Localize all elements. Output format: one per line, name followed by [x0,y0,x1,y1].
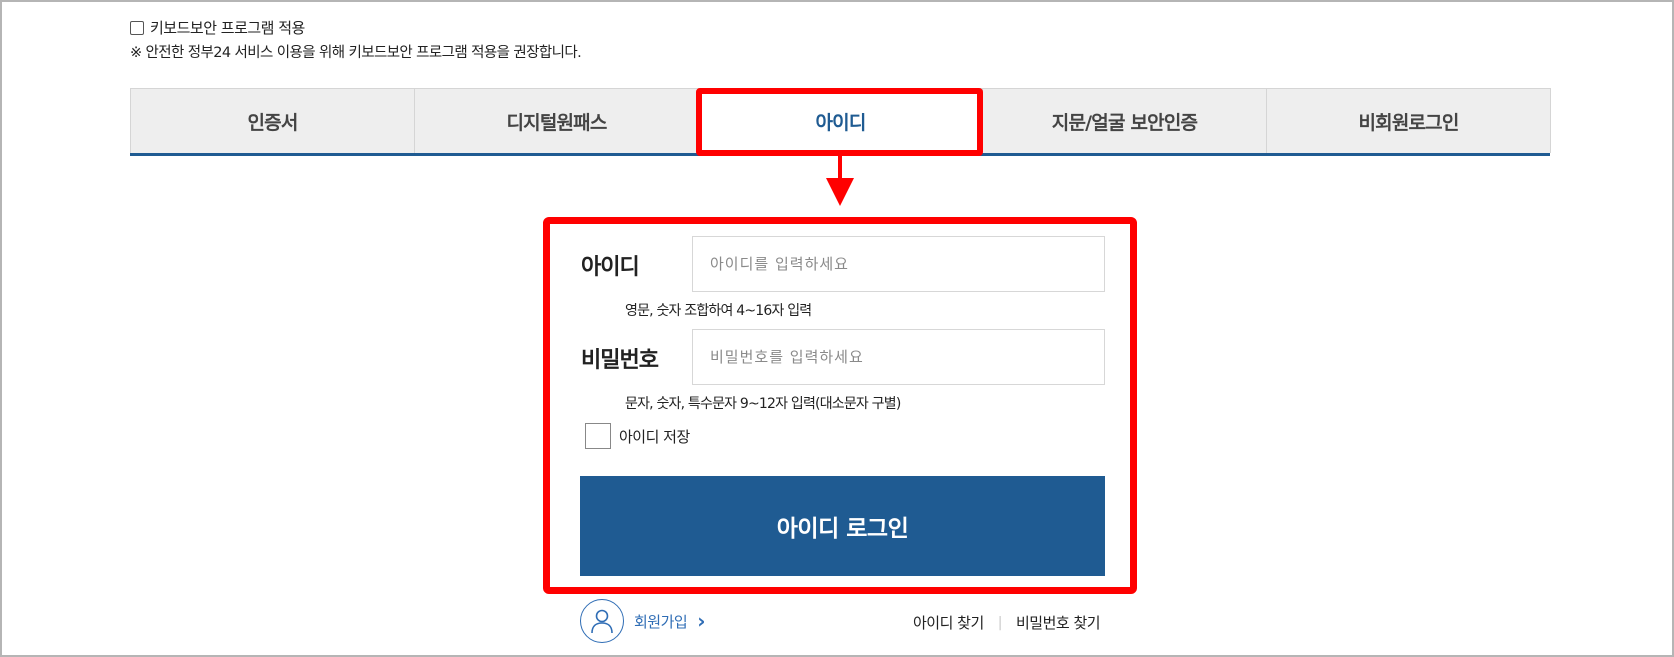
id-label: 아이디 [581,255,640,280]
id-hint: 영문, 숫자 조합하여 4~16자 입력 [625,303,812,319]
signup-link[interactable]: 회원가입 › [580,599,705,643]
save-id-label: 아이디 저장 [619,427,690,446]
tab-digital-onepass[interactable]: 디지털원패스 [414,88,699,153]
tab-id[interactable]: 아이디 [698,88,983,153]
login-method-tabs: 인증서 디지털원패스 아이디 지문/얼굴 보안인증 비회원로그인 [130,88,1551,156]
find-account-links: 아이디 찾기 | 비밀번호 찾기 [913,612,1101,633]
keyboard-security-row[interactable]: 키보드보안 프로그램 적용 [130,17,305,38]
save-id-checkbox[interactable] [585,423,611,449]
password-input[interactable] [692,329,1105,385]
signup-label: 회원가입 [634,612,688,631]
tab-biometric-auth[interactable]: 지문/얼굴 보안인증 [982,88,1267,153]
link-separator: | [997,614,1003,631]
save-id-row[interactable]: 아이디 저장 [585,423,690,449]
user-icon [580,599,624,643]
highlight-arrow-head [826,178,854,206]
find-id-link[interactable]: 아이디 찾기 [913,612,984,633]
id-input[interactable] [692,236,1105,292]
tab-certificate[interactable]: 인증서 [130,88,415,153]
password-hint: 문자, 숫자, 특수문자 9~12자 입력(대소문자 구별) [625,396,901,412]
id-login-button[interactable]: 아이디 로그인 [580,476,1105,576]
find-password-link[interactable]: 비밀번호 찾기 [1016,612,1101,633]
chevron-right-icon: › [697,609,706,633]
keyboard-security-label: 키보드보안 프로그램 적용 [150,19,305,37]
password-label: 비밀번호 [581,348,659,373]
keyboard-security-notice: ※ 안전한 정부24 서비스 이용을 위해 키보드보안 프로그램 적용을 권장합… [130,45,582,61]
keyboard-security-checkbox[interactable] [130,20,144,35]
tab-non-member-login[interactable]: 비회원로그인 [1266,88,1551,153]
